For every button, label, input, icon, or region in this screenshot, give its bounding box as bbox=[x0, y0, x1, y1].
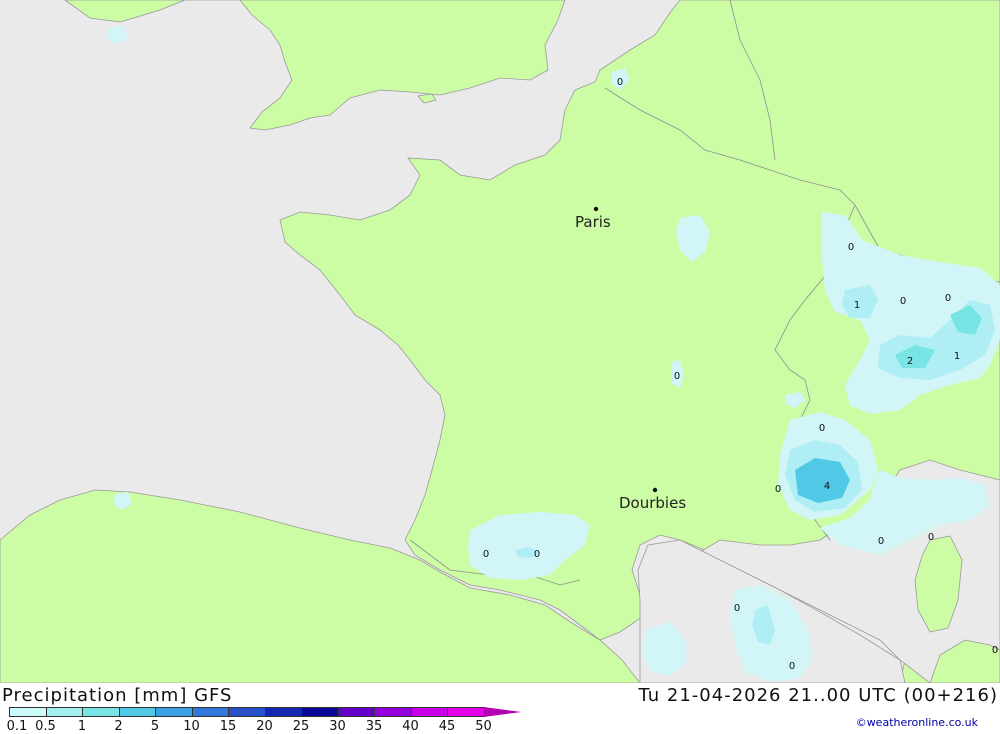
legend-swatch bbox=[82, 707, 120, 717]
city-dot bbox=[593, 206, 599, 212]
legend-label: 40 bbox=[402, 719, 419, 734]
legend-swatch bbox=[118, 707, 156, 717]
legend-swatch bbox=[45, 707, 83, 717]
legend-label: 1 bbox=[77, 719, 87, 734]
legend-label: 0.5 bbox=[35, 719, 56, 734]
legend-swatch bbox=[228, 707, 266, 717]
legend-swatch bbox=[410, 707, 448, 717]
precip-value: 0 bbox=[674, 371, 680, 382]
footer-bar: Precipitation [mm] GFS Tu 21-04-2026 21.… bbox=[0, 683, 1000, 734]
legend-swatch bbox=[447, 707, 485, 717]
legend-swatch bbox=[337, 707, 375, 717]
legend-label: 45 bbox=[438, 719, 456, 734]
precip-value: 0 bbox=[734, 603, 740, 614]
precip-value: 0 bbox=[534, 549, 540, 560]
precip-value: 4 bbox=[824, 481, 830, 492]
legend-swatch bbox=[264, 707, 302, 717]
precip-value: 2 bbox=[907, 356, 913, 367]
precip-value: 0 bbox=[819, 423, 825, 434]
precip-value: 0 bbox=[483, 549, 489, 560]
precip-value: 0 bbox=[617, 77, 623, 88]
legend-label: 35 bbox=[365, 719, 383, 734]
precip-value: 0 bbox=[789, 661, 795, 672]
precip-value: 0 bbox=[775, 484, 781, 495]
legend-swatch bbox=[483, 707, 522, 717]
credit-link[interactable]: ©weatheronline.co.uk bbox=[856, 716, 978, 729]
precip-value: 0 bbox=[878, 536, 884, 547]
precip-value: 0 bbox=[945, 293, 951, 304]
precip-value: 0 bbox=[848, 242, 854, 253]
city-label: Paris bbox=[575, 213, 611, 231]
chart-title: Precipitation [mm] GFS bbox=[2, 685, 233, 706]
legend-label: 0.1 bbox=[6, 719, 28, 734]
precip-value: 0 bbox=[900, 296, 906, 307]
city-dot bbox=[652, 487, 658, 493]
legend-label: 20 bbox=[256, 719, 273, 734]
legend-label: 5 bbox=[150, 719, 160, 734]
legend-swatch bbox=[301, 707, 339, 717]
legend-swatch bbox=[9, 707, 47, 717]
legend-label: 25 bbox=[292, 719, 310, 734]
legend-label: 30 bbox=[329, 719, 346, 734]
city-label: Dourbies bbox=[619, 494, 686, 512]
color-legend: 0.1 0.5 1 2 5 10 15 20 25 30 35 40 45 50 bbox=[6, 707, 529, 734]
precip-value: 1 bbox=[854, 300, 860, 311]
legend-label: 50 bbox=[475, 719, 492, 734]
legend-swatch bbox=[374, 707, 412, 717]
precip-value: 0 bbox=[928, 532, 934, 543]
precip-value: 0 bbox=[992, 645, 998, 656]
legend-swatch bbox=[191, 707, 229, 717]
legend-label: 10 bbox=[183, 719, 200, 734]
precipitation-map: Paris Dourbies 0 0 1 0 0 2 1 0 0 4 0 0 0… bbox=[0, 0, 1000, 683]
legend-swatch bbox=[155, 707, 193, 717]
precip-value: 1 bbox=[954, 351, 960, 362]
valid-time: Tu 21-04-2026 21..00 UTC (00+216) bbox=[638, 685, 998, 706]
legend-label: 2 bbox=[114, 719, 123, 734]
legend-label: 15 bbox=[219, 719, 237, 734]
map-canvas: Paris Dourbies 0 0 1 0 0 2 1 0 0 4 0 0 0… bbox=[0, 0, 1000, 683]
